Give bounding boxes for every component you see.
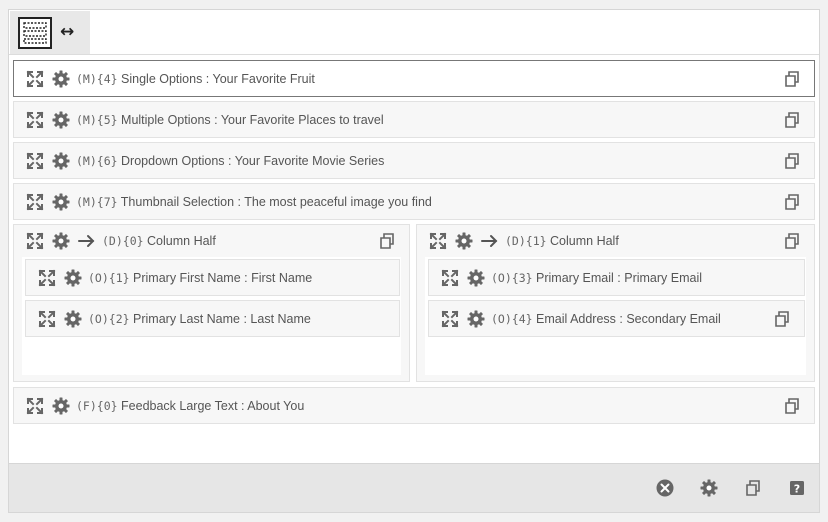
expand-icon[interactable] xyxy=(26,193,44,211)
gear-icon[interactable] xyxy=(467,310,485,328)
field-row[interactable]: (O){4} Email Address : Secondary Email xyxy=(428,300,805,337)
column-label: (D){1} Column Half xyxy=(505,234,619,248)
field-label: (O){3} Primary Email : Primary Email xyxy=(491,270,703,285)
expand-icon[interactable] xyxy=(441,269,459,287)
field-label: (O){2} Primary Last Name : Last Name xyxy=(88,311,311,326)
gear-icon[interactable] xyxy=(64,269,82,287)
field-label: (O){4} Email Address : Secondary Email xyxy=(491,311,721,326)
form-builder-panel: ↔ (M){4} Single Options : Your Favorite … xyxy=(8,9,820,513)
copy-icon[interactable] xyxy=(783,397,801,415)
field-row[interactable]: (M){7} Thumbnail Selection : The most pe… xyxy=(13,183,815,220)
expand-icon[interactable] xyxy=(26,70,44,88)
gear-icon[interactable] xyxy=(52,111,70,129)
gear-icon[interactable] xyxy=(52,232,70,250)
copy-icon[interactable] xyxy=(773,310,791,328)
close-button[interactable] xyxy=(655,478,675,498)
column-header: (D){1} Column Half xyxy=(417,225,814,257)
gear-icon[interactable] xyxy=(52,152,70,170)
column-header: (D){0} Column Half xyxy=(14,225,409,257)
top-toolbar: ↔ xyxy=(9,10,819,55)
expand-icon[interactable] xyxy=(429,232,447,250)
expand-icon[interactable] xyxy=(38,269,56,287)
expand-icon[interactable] xyxy=(26,152,44,170)
field-row[interactable]: (O){3} Primary Email : Primary Email xyxy=(428,259,805,296)
copy-icon xyxy=(744,479,762,497)
expand-icon[interactable] xyxy=(26,232,44,250)
field-row[interactable]: (O){2} Primary Last Name : Last Name xyxy=(25,300,400,337)
field-label: (F){0} Feedback Large Text : About You xyxy=(76,398,305,413)
copy-icon[interactable] xyxy=(783,193,801,211)
field-row[interactable]: (O){1} Primary First Name : First Name xyxy=(25,259,400,296)
expand-icon[interactable] xyxy=(441,310,459,328)
gear-icon[interactable] xyxy=(52,397,70,415)
settings-button[interactable] xyxy=(699,478,719,498)
field-label: (M){7} Thumbnail Selection : The most pe… xyxy=(76,194,432,209)
horizontal-resize-icon[interactable]: ↔ xyxy=(60,24,74,41)
expand-icon[interactable] xyxy=(26,111,44,129)
form-layout-icon xyxy=(18,16,52,49)
field-row[interactable]: (M){5} Multiple Options : Your Favorite … xyxy=(13,101,815,138)
copy-icon[interactable] xyxy=(378,232,396,250)
expand-icon[interactable] xyxy=(38,310,56,328)
arrow-right-icon[interactable] xyxy=(78,234,96,248)
column-container[interactable]: (D){1} Column Half (O){3} Primary Email … xyxy=(416,224,815,382)
gear-icon[interactable] xyxy=(455,232,473,250)
field-label: (M){5} Multiple Options : Your Favorite … xyxy=(76,112,384,127)
gear-icon[interactable] xyxy=(64,310,82,328)
column-container[interactable]: (D){0} Column Half (O){1} Primary First … xyxy=(13,224,410,382)
copy-icon[interactable] xyxy=(783,111,801,129)
arrow-right-icon[interactable] xyxy=(481,234,499,248)
help-button[interactable]: ? xyxy=(787,478,807,498)
gear-icon[interactable] xyxy=(467,269,485,287)
field-row[interactable]: (F){0} Feedback Large Text : About You xyxy=(13,387,815,424)
gear-icon[interactable] xyxy=(52,193,70,211)
layout-tab[interactable]: ↔ xyxy=(10,11,90,54)
expand-icon[interactable] xyxy=(26,397,44,415)
copy-icon[interactable] xyxy=(783,70,801,88)
help-icon: ? xyxy=(790,481,804,496)
field-row[interactable]: (M){4} Single Options : Your Favorite Fr… xyxy=(13,60,815,97)
column-label: (D){0} Column Half xyxy=(102,234,216,248)
field-label: (O){1} Primary First Name : First Name xyxy=(88,270,313,285)
copy-icon[interactable] xyxy=(783,232,801,250)
field-label: (M){6} Dropdown Options : Your Favorite … xyxy=(76,153,385,168)
footer-toolbar: ? xyxy=(9,463,819,512)
close-icon xyxy=(656,479,674,497)
svg-text:?: ? xyxy=(794,483,800,496)
field-label: (M){4} Single Options : Your Favorite Fr… xyxy=(76,71,315,86)
gear-icon[interactable] xyxy=(52,70,70,88)
field-row[interactable]: (M){6} Dropdown Options : Your Favorite … xyxy=(13,142,815,179)
gear-icon xyxy=(700,479,718,497)
duplicate-button[interactable] xyxy=(743,478,763,498)
copy-icon[interactable] xyxy=(783,152,801,170)
